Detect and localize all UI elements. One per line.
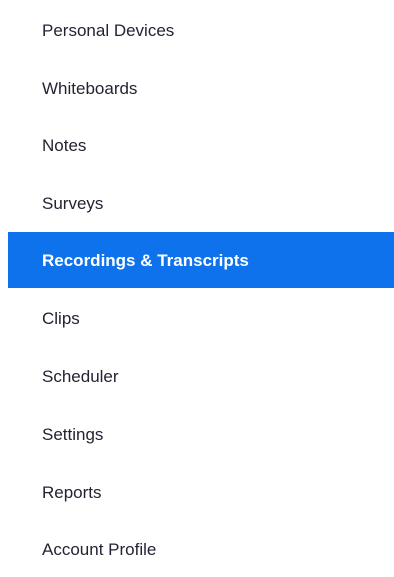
- sidebar-item-label: Notes: [42, 135, 87, 155]
- sidebar-item-label: Settings: [42, 424, 104, 444]
- sidebar-item-label: Clips: [42, 308, 80, 328]
- sidebar-nav: Personal Devices Whiteboards Notes Surve…: [0, 0, 394, 567]
- sidebar-item-label: Account Profile: [42, 539, 157, 559]
- sidebar-item-recordings-transcripts[interactable]: Recordings & Transcripts: [8, 232, 394, 288]
- sidebar-item-label: Recordings & Transcripts: [42, 250, 249, 270]
- sidebar-item-whiteboards[interactable]: Whiteboards: [8, 60, 394, 116]
- sidebar-item-clips[interactable]: Clips: [8, 290, 394, 346]
- sidebar-item-surveys[interactable]: Surveys: [8, 175, 394, 231]
- sidebar-item-notes[interactable]: Notes: [8, 117, 394, 173]
- sidebar-item-label: Whiteboards: [42, 78, 138, 98]
- sidebar-item-label: Reports: [42, 482, 102, 502]
- sidebar-item-scheduler[interactable]: Scheduler: [8, 348, 394, 404]
- sidebar-item-label: Surveys: [42, 193, 104, 213]
- sidebar-item-personal-devices[interactable]: Personal Devices: [8, 2, 394, 58]
- sidebar-item-label: Personal Devices: [42, 20, 175, 40]
- sidebar-item-label: Scheduler: [42, 366, 119, 386]
- sidebar-item-account-profile[interactable]: Account Profile: [8, 521, 394, 577]
- sidebar-item-settings[interactable]: Settings: [8, 406, 394, 462]
- sidebar-item-reports[interactable]: Reports: [8, 464, 394, 520]
